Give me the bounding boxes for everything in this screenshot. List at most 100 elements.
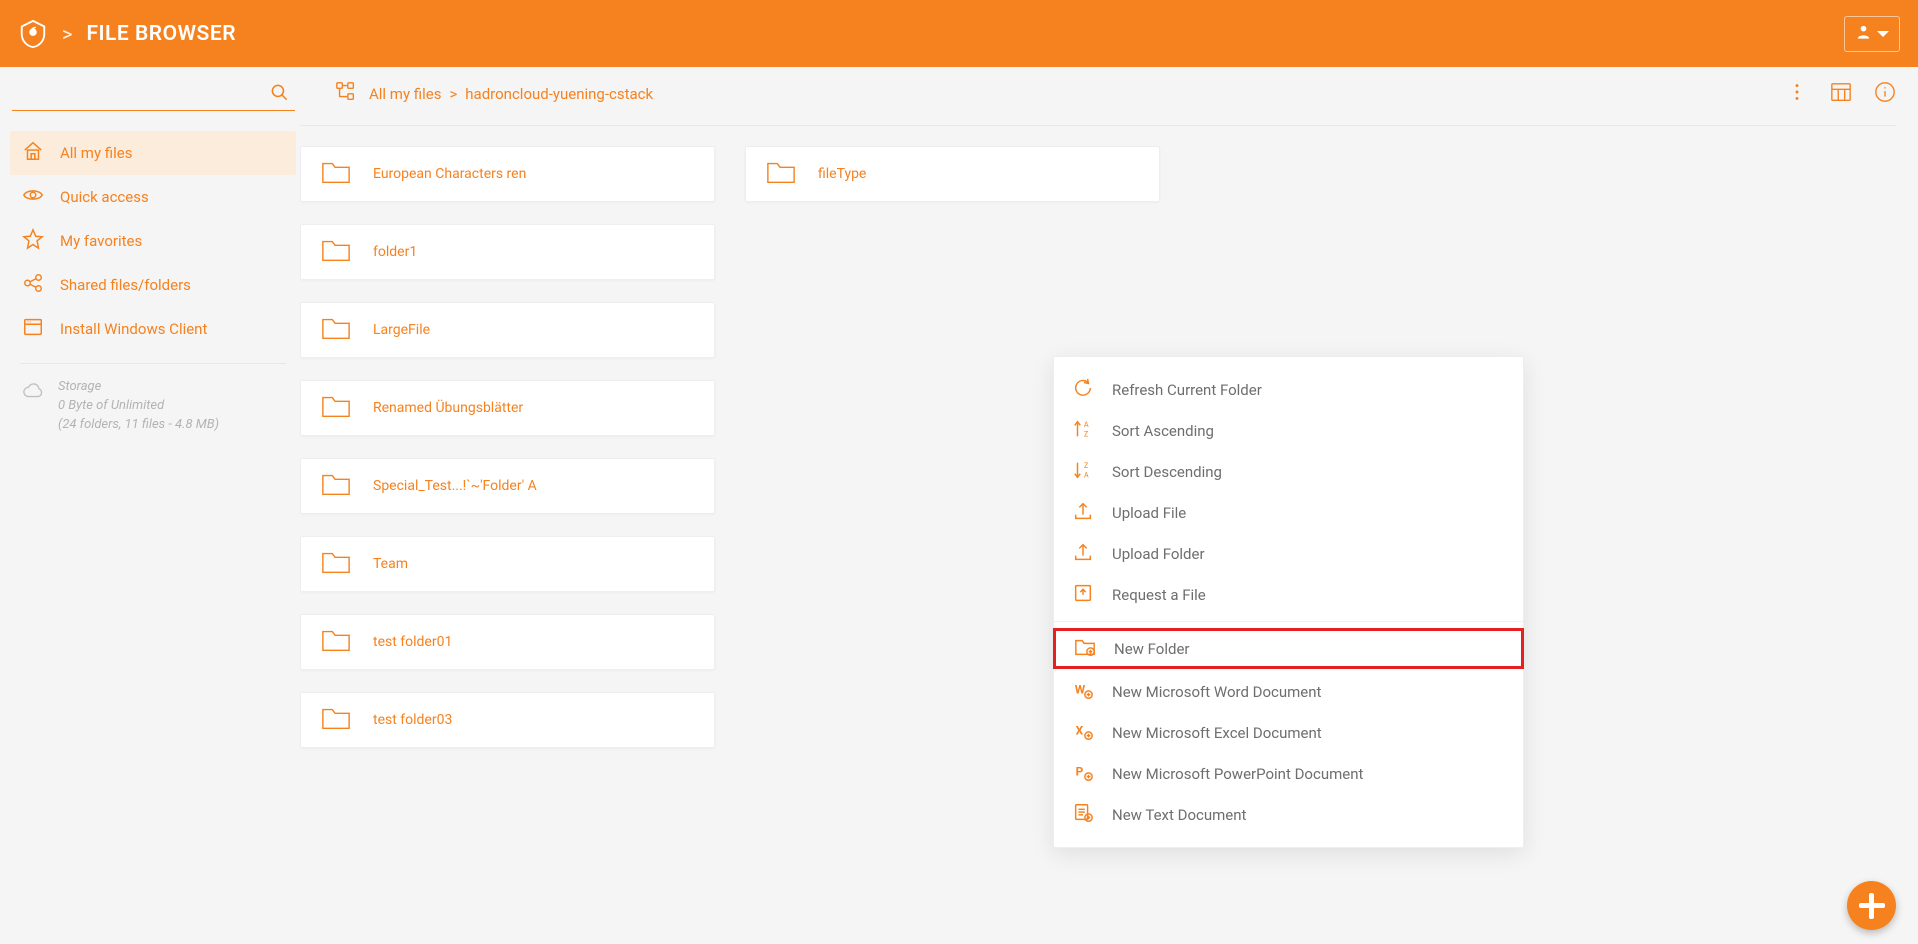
add-fab-button[interactable] (1847, 881, 1896, 930)
folder-card[interactable]: Renamed Übungsblätter (300, 380, 715, 436)
sort-asc-icon: AZ (1072, 418, 1094, 444)
folder-card[interactable]: test folder01 (300, 614, 715, 670)
breadcrumb: All my files > hadroncloud-yuening-cstac… (369, 85, 653, 103)
folder-label: test folder03 (373, 712, 452, 728)
refresh-icon (1072, 377, 1094, 403)
home-icon (22, 140, 44, 166)
context-menu-item[interactable]: New Text Document (1054, 794, 1523, 835)
sidebar-item-label: Quick access (60, 188, 149, 206)
sidebar-item-share[interactable]: Shared files/folders (10, 263, 296, 307)
window-icon (22, 316, 44, 342)
context-menu-label: Upload File (1112, 504, 1186, 522)
context-menu-item[interactable]: Upload File (1054, 492, 1523, 533)
context-menu-label: Refresh Current Folder (1112, 381, 1262, 399)
context-menu-label: New Microsoft Excel Document (1112, 724, 1322, 742)
folder-icon (321, 237, 351, 267)
context-menu-label: Upload Folder (1112, 545, 1205, 563)
text-icon (1072, 802, 1094, 828)
folder-icon (766, 159, 796, 189)
folder-label: Renamed Übungsblätter (373, 400, 523, 416)
sidebar-item-label: Shared files/folders (60, 276, 191, 294)
svg-text:P: P (1076, 764, 1084, 778)
header-separator: > (62, 22, 72, 46)
sidebar-item-home[interactable]: All my files (10, 131, 296, 175)
context-menu-item[interactable]: P New Microsoft PowerPoint Document (1054, 753, 1523, 794)
folder-label: European Characters ren (373, 166, 526, 182)
context-menu-label: Request a File (1112, 586, 1206, 604)
context-menu-label: Sort Descending (1112, 463, 1222, 481)
request-icon (1072, 582, 1094, 608)
ppt-icon: P (1072, 761, 1094, 787)
folder-icon (321, 549, 351, 579)
tree-view-icon[interactable] (335, 81, 357, 107)
folder-icon (321, 393, 351, 423)
more-options-icon[interactable] (1786, 81, 1808, 107)
sidebar-item-eye[interactable]: Quick access (10, 175, 296, 219)
context-menu-label: New Microsoft Word Document (1112, 683, 1321, 701)
new-folder-icon (1074, 636, 1096, 662)
folder-label: Team (373, 556, 408, 572)
context-menu-item[interactable]: Request a File (1054, 574, 1523, 615)
app-header: > FILE BROWSER (0, 0, 1918, 67)
page-title: FILE BROWSER (86, 22, 236, 46)
folder-card[interactable]: European Characters ren (300, 146, 715, 202)
folder-icon (321, 315, 351, 345)
search-icon[interactable] (270, 83, 289, 106)
grid-view-icon[interactable] (1830, 81, 1852, 107)
folder-card[interactable]: LargeFile (300, 302, 715, 358)
word-icon: W (1072, 679, 1094, 705)
user-menu-button[interactable] (1844, 16, 1900, 52)
user-icon (1855, 23, 1872, 44)
folder-label: test folder01 (373, 634, 452, 650)
context-menu-item[interactable]: AZ Sort Ascending (1054, 410, 1523, 451)
eye-icon (22, 184, 44, 210)
excel-icon: X (1072, 720, 1094, 746)
svg-text:W: W (1075, 682, 1086, 696)
info-icon[interactable] (1874, 81, 1896, 107)
folder-card[interactable]: Team (300, 536, 715, 592)
sidebar-item-label: My favorites (60, 232, 142, 250)
folder-card[interactable]: Special_Test...!`~'Folder' A (300, 458, 715, 514)
chevron-down-icon (1877, 31, 1889, 37)
cloud-icon (22, 378, 44, 409)
context-menu-label: Sort Ascending (1112, 422, 1214, 440)
sidebar-item-label: All my files (60, 144, 132, 162)
sidebar-item-star[interactable]: My favorites (10, 219, 296, 263)
context-menu-label: New Microsoft PowerPoint Document (1112, 765, 1363, 783)
folder-icon (321, 159, 351, 189)
sidebar-item-window[interactable]: Install Windows Client (10, 307, 296, 351)
sidebar-item-label: Install Windows Client (60, 320, 207, 338)
star-icon (22, 228, 44, 254)
search-box (12, 77, 295, 111)
share-icon (22, 272, 44, 298)
svg-text:A: A (1084, 420, 1089, 429)
upload-icon (1072, 500, 1094, 526)
content: All my files Quick access My favorites Shar… (0, 121, 1918, 944)
breadcrumb-item[interactable]: hadroncloud-yuening-cstack (465, 85, 653, 103)
sidebar-separator (20, 363, 286, 364)
context-menu-item[interactable]: X New Microsoft Excel Document (1054, 712, 1523, 753)
context-menu-item[interactable]: W New Microsoft Word Document (1054, 671, 1523, 712)
folder-label: LargeFile (373, 322, 430, 338)
breadcrumb-item[interactable]: All my files (369, 85, 441, 103)
folder-label: fileType (818, 166, 866, 182)
search-input[interactable] (12, 77, 295, 110)
context-menu-item[interactable]: Upload Folder (1054, 533, 1523, 574)
context-menu-item[interactable]: Refresh Current Folder (1054, 369, 1523, 410)
svg-text:Z: Z (1084, 429, 1089, 438)
folder-label: folder1 (373, 244, 417, 260)
sidebar: All my files Quick access My favorites Shar… (0, 121, 300, 944)
toolbar: All my files > hadroncloud-yuening-cstac… (0, 67, 1918, 121)
main: European Characters ren fileType folder1 La… (300, 121, 1918, 944)
folder-card[interactable]: fileType (745, 146, 1160, 202)
folder-card[interactable]: folder1 (300, 224, 715, 280)
context-menu-item[interactable]: ZASort Descending (1054, 451, 1523, 492)
storage-title: Storage (58, 378, 219, 397)
context-menu-item[interactable]: New Folder (1053, 628, 1524, 669)
folder-card[interactable]: test folder03 (300, 692, 715, 748)
context-menu: Refresh Current FolderAZSort AscendingZA… (1053, 356, 1524, 848)
storage-info: Storage 0 Byte of Unlimited (24 folders,… (10, 378, 296, 435)
svg-text:X: X (1076, 723, 1084, 737)
svg-text:Z: Z (1084, 461, 1089, 470)
upload-icon (1072, 541, 1094, 567)
